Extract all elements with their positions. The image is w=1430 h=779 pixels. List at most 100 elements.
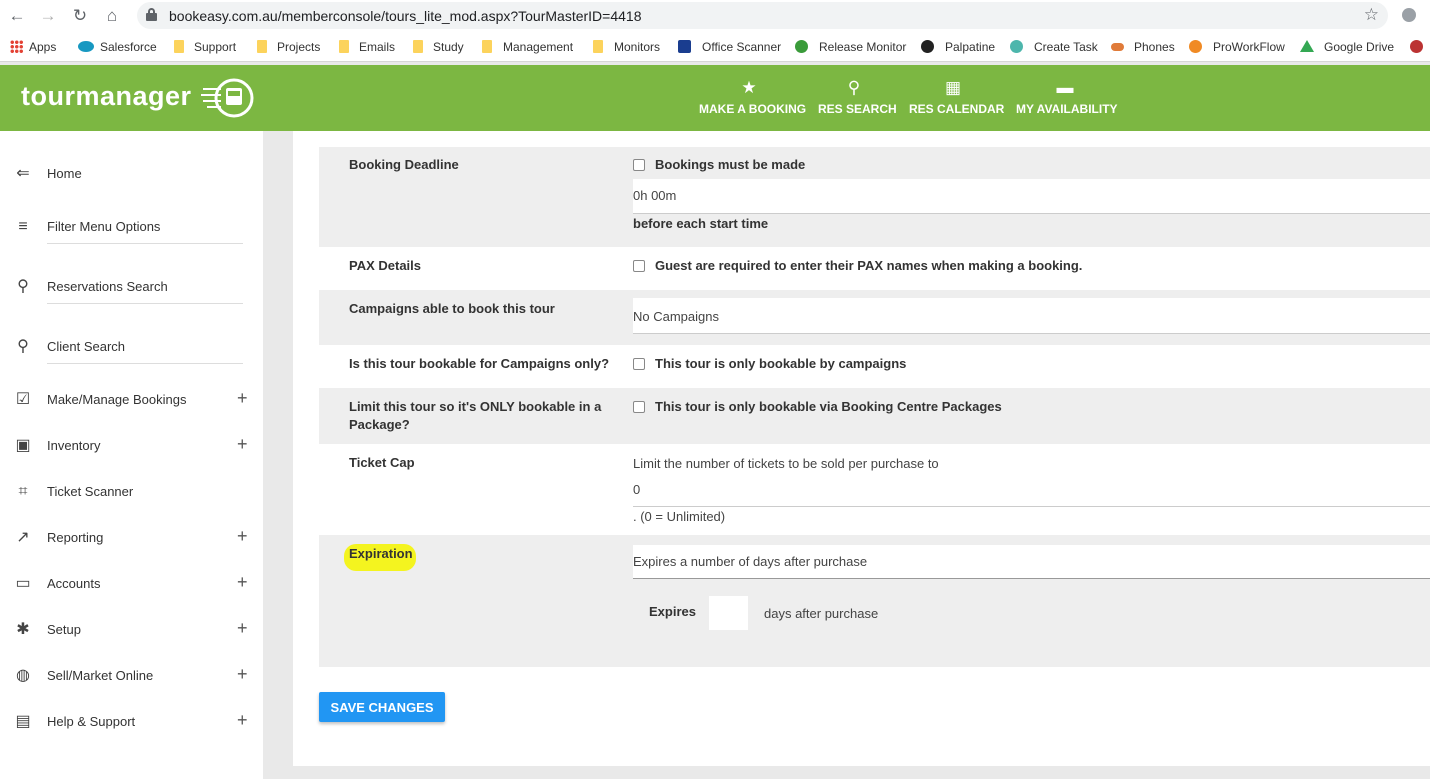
- expires-days-suffix: days after purchase: [764, 606, 879, 621]
- sidebar-item-client-search[interactable]: ⚲ Client Search: [0, 327, 263, 367]
- star-icon: ★: [741, 78, 757, 97]
- campaigns-only-checkbox-label: This tour is only bookable by campaigns: [655, 356, 907, 371]
- pax-details-label: PAX Details: [349, 258, 422, 273]
- row-pax-details: PAX Details Guest are required to enter …: [319, 247, 1430, 290]
- ticket-cap-suffix: . (0 = Unlimited): [633, 509, 726, 524]
- gear-orange-icon: [1189, 40, 1202, 53]
- campaigns-only-checkbox[interactable]: [633, 358, 645, 370]
- search-icon: ⚲: [17, 338, 29, 355]
- bookmark-overflow-icon: [1410, 40, 1423, 53]
- hp-icon: [678, 40, 691, 53]
- row-package-only: Limit this tour so it's ONLY bookable in…: [319, 388, 1430, 444]
- reload-icon[interactable]: ↻: [69, 5, 91, 27]
- row-ticket-cap: Ticket Cap Limit the number of tickets t…: [319, 444, 1430, 535]
- expand-plus-icon[interactable]: +: [237, 388, 248, 409]
- booking-deadline-label: Booking Deadline: [349, 157, 459, 172]
- folder-icon: [413, 40, 423, 53]
- task-icon: [1010, 40, 1023, 53]
- expires-label: Expires: [649, 604, 696, 619]
- address-bar[interactable]: bookeasy.com.au/memberconsole/tours_lite…: [137, 2, 1388, 29]
- deadline-time-field[interactable]: 0h 00m: [633, 179, 1430, 214]
- expires-days-input[interactable]: [709, 596, 748, 630]
- package-only-checkbox-label: This tour is only bookable via Booking C…: [655, 399, 1002, 414]
- folder-icon: [257, 40, 267, 53]
- browser-toolbar: ← → ↻ ⌂ bookeasy.com.au/memberconsole/to…: [0, 0, 1430, 32]
- sidebar-item-accounts[interactable]: ▭ Accounts +: [0, 564, 263, 604]
- phones-icon: [1111, 43, 1124, 51]
- bookmark-star-icon[interactable]: ☆: [1364, 5, 1379, 25]
- ticket-cap-input[interactable]: 0: [633, 474, 1430, 507]
- nav-my-availability[interactable]: ▬ MY AVAILABILITY: [1016, 78, 1118, 119]
- google-drive-icon: [1300, 40, 1314, 52]
- apps-grid-icon: [10, 40, 23, 53]
- collapse-menu-icon: ⇐: [16, 165, 30, 182]
- folder-icon: [482, 40, 492, 53]
- bookings-must-be-made-checkbox[interactable]: [633, 159, 645, 171]
- back-arrow-icon[interactable]: ←: [6, 5, 28, 27]
- expand-plus-icon[interactable]: +: [237, 710, 248, 731]
- trending-up-icon: ↗: [16, 529, 30, 546]
- url-text: bookeasy.com.au/memberconsole/tours_lite…: [169, 8, 642, 24]
- sidebar-item-filter-menu-options[interactable]: ≡ Filter Menu Options: [0, 207, 263, 247]
- sidebar-item-reservations-search[interactable]: ⚲ Reservations Search: [0, 267, 263, 307]
- package-only-label: Limit this tour so it's ONLY bookable in…: [349, 398, 601, 434]
- salesforce-cloud-icon: [78, 41, 94, 52]
- expand-plus-icon[interactable]: +: [237, 526, 248, 547]
- pax-required-checkbox[interactable]: [633, 260, 645, 272]
- sidebar-item-reporting[interactable]: ↗ Reporting +: [0, 518, 263, 558]
- bus-icon: ▣: [15, 437, 31, 454]
- sidebar: ⇐ Home ≡ Filter Menu Options ⚲ Reservati…: [0, 131, 263, 779]
- nav-res-search[interactable]: ⚲ RES SEARCH: [818, 78, 897, 119]
- expand-plus-icon[interactable]: +: [237, 618, 248, 639]
- row-expiration: Expiration Expires a number of days afte…: [319, 535, 1430, 667]
- bookings-must-be-made-label: Bookings must be made: [655, 157, 806, 172]
- lock-icon: [146, 8, 157, 22]
- nav-res-calendar[interactable]: ▦ RES CALENDAR: [909, 79, 1004, 119]
- package-only-label-line2: Package?: [349, 417, 410, 432]
- chat-icon: ▤: [15, 713, 31, 730]
- bus-logo-icon: [201, 78, 254, 118]
- ticket-cap-prefix: Limit the number of tickets to be sold p…: [633, 456, 939, 471]
- save-changes-button[interactable]: SAVE CHANGES: [319, 692, 445, 722]
- filter-icon: ≡: [18, 218, 28, 235]
- search-icon: ⚲: [847, 78, 861, 97]
- sidebar-item-setup[interactable]: ✱ Setup +: [0, 610, 263, 650]
- expand-plus-icon[interactable]: +: [237, 664, 248, 685]
- expiration-mode-select[interactable]: Expires a number of days after purchase: [633, 545, 1430, 579]
- pax-required-label: Guest are required to enter their PAX na…: [655, 258, 1083, 273]
- sidebar-item-inventory[interactable]: ▣ Inventory +: [0, 426, 263, 466]
- folder-icon: [339, 40, 349, 53]
- deathstar-icon: [921, 40, 934, 53]
- package-only-checkbox[interactable]: [633, 401, 645, 413]
- deadline-suffix: before each start time: [633, 216, 769, 231]
- tourmanager-logo[interactable]: tourmanager: [21, 81, 192, 112]
- sidebar-item-help-support[interactable]: ▤ Help & Support +: [0, 702, 263, 742]
- mushroom-icon: [795, 40, 808, 53]
- calendar-check-icon: ☑: [15, 391, 31, 408]
- app-header: tourmanager ★ MAKE A BOOKING ⚲ RES SEARC…: [0, 65, 1430, 131]
- campaigns-field[interactable]: No Campaigns: [633, 298, 1430, 334]
- expand-plus-icon[interactable]: +: [237, 572, 248, 593]
- extension-icon[interactable]: [1402, 8, 1416, 22]
- sidebar-item-home[interactable]: ⇐ Home: [0, 154, 263, 194]
- divider: [47, 243, 243, 244]
- expiration-label: Expiration: [349, 546, 413, 561]
- forward-arrow-icon[interactable]: →: [37, 5, 59, 27]
- bed-icon: ▬: [1056, 78, 1074, 97]
- sidebar-item-make-manage-bookings[interactable]: ☑ Make/Manage Bookings +: [0, 380, 263, 420]
- deadline-time-value: 0h 00m: [633, 188, 677, 203]
- expand-plus-icon[interactable]: +: [237, 434, 248, 455]
- folder-icon: [174, 40, 184, 53]
- row-booking-deadline: Booking Deadline Bookings must be made 0…: [319, 147, 1430, 247]
- bookmarks-bar: Apps Salesforce Support Projects Emails …: [0, 32, 1430, 62]
- campaigns-value: No Campaigns: [633, 309, 719, 324]
- nav-make-a-booking[interactable]: ★ MAKE A BOOKING: [699, 78, 806, 119]
- sidebar-item-ticket-scanner[interactable]: ⌗ Ticket Scanner: [0, 472, 263, 512]
- home-icon[interactable]: ⌂: [101, 5, 123, 27]
- credit-card-icon: ▭: [15, 575, 31, 592]
- folder-icon: [593, 40, 603, 53]
- row-campaigns-only: Is this tour bookable for Campaigns only…: [319, 345, 1430, 388]
- ticket-cap-value: 0: [633, 482, 641, 497]
- sidebar-item-sell-market-online[interactable]: ◍ Sell/Market Online +: [0, 656, 263, 696]
- search-icon: ⚲: [17, 278, 29, 295]
